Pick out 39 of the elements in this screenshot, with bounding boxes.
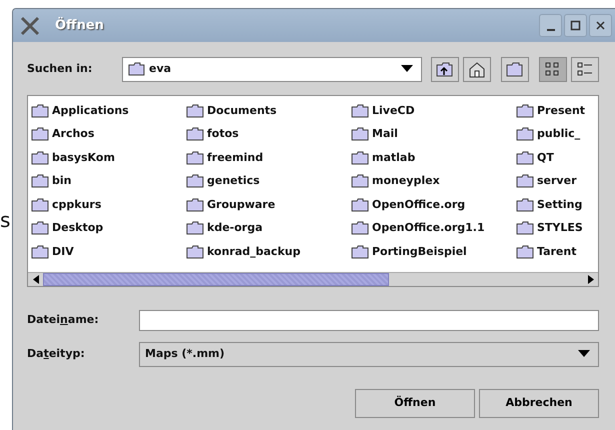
folder-name[interactable]: LiveCD (372, 102, 415, 119)
folder-name[interactable]: moneyplex (372, 173, 440, 190)
folder-name[interactable]: freemind (207, 150, 264, 166)
folder-name[interactable]: Present (537, 102, 586, 119)
folder-name[interactable]: DIV (52, 244, 74, 260)
background-text: s (0, 207, 10, 234)
file-type-dropdown[interactable]: Maps (*.mm) (139, 342, 599, 366)
folder-name[interactable]: genetics (207, 173, 260, 190)
folder-name[interactable]: fotos (207, 126, 239, 142)
folder-name[interactable]: kde-orga (207, 220, 262, 236)
folder-name[interactable]: matlab (372, 150, 416, 166)
folder-name[interactable]: OpenOffice.org1.1 (372, 220, 485, 236)
folder-name[interactable]: Setting (537, 196, 582, 213)
look-in-label: Suchen in: (27, 60, 94, 77)
file-name-label: Dateiname: (27, 312, 100, 328)
file-type-label: Dateityp: (27, 346, 86, 362)
folder-name[interactable]: STYLES (537, 220, 583, 236)
folder-name[interactable]: konrad_backup (207, 244, 300, 260)
file-type-value: Maps (*.mm) (145, 346, 226, 362)
window-title: Öffnen (55, 16, 105, 35)
cancel-button[interactable]: Abbrechen (479, 389, 599, 418)
folder-name[interactable]: public_ (537, 126, 580, 142)
folder-name[interactable]: Applications (52, 102, 129, 119)
folder-name[interactable]: OpenOffice.org (372, 196, 466, 213)
folder-name[interactable]: Documents (207, 102, 277, 119)
folder-name[interactable]: QT (537, 150, 554, 166)
folder-name[interactable]: Mail (372, 126, 398, 142)
folder-name[interactable]: Tarent (537, 244, 576, 260)
folder-name[interactable]: Desktop (52, 220, 104, 236)
folder-name[interactable]: server (537, 173, 576, 190)
look-in-value: eva (149, 60, 172, 77)
folder-name[interactable]: Groupware (207, 196, 276, 213)
open-button[interactable]: Öffnen (355, 389, 475, 418)
folder-name[interactable]: basysKom (52, 150, 115, 166)
folder-name[interactable]: bin (52, 173, 72, 190)
folder-name[interactable]: cppkurs (52, 196, 102, 213)
look-in-dropdown[interactable]: eva (122, 56, 422, 82)
folder-name[interactable]: PortingBeispiel (372, 244, 467, 260)
folder-name[interactable]: Archos (52, 126, 94, 142)
